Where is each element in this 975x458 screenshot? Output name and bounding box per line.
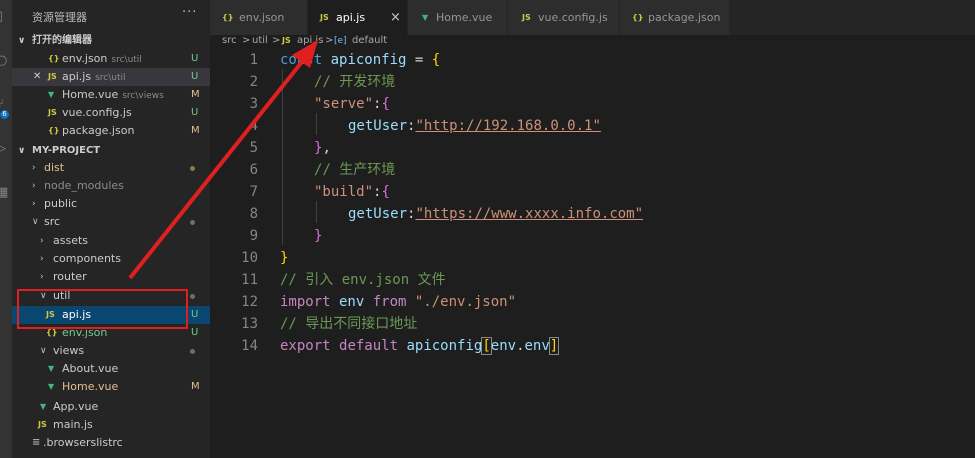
annotation-arrow-line	[128, 56, 307, 280]
annotation-arrow	[128, 40, 318, 280]
annotation-arrow-head	[292, 40, 318, 68]
